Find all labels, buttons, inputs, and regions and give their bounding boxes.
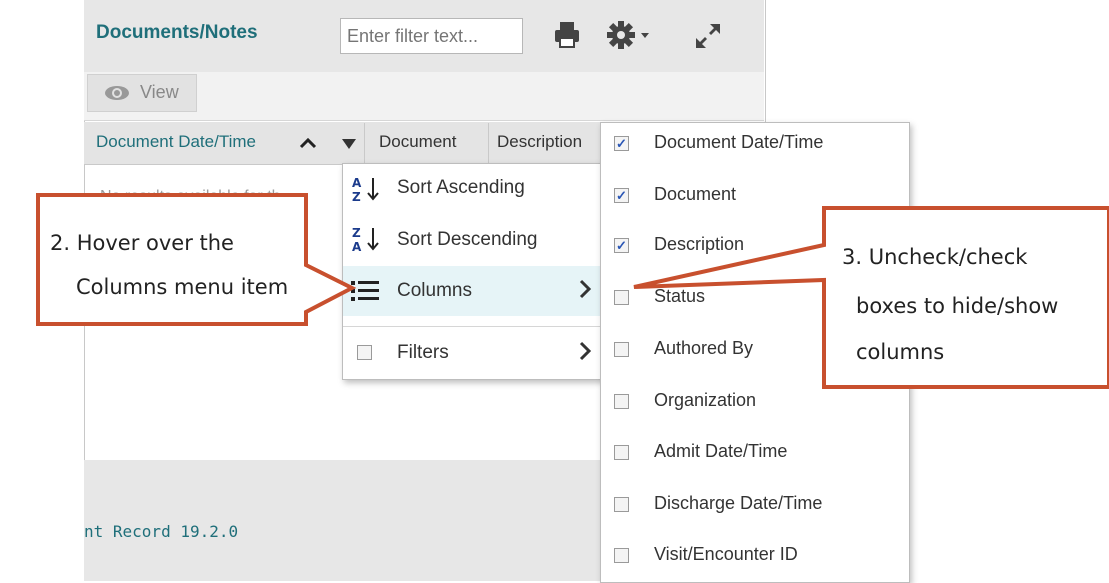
gear-icon[interactable] — [606, 20, 636, 50]
view-button-label: View — [140, 82, 179, 102]
menu-item-filters[interactable]: Filters — [397, 342, 449, 364]
columns-menu-highlight — [343, 266, 601, 316]
column-header-document-date[interactable]: Document Date/Time — [96, 132, 256, 152]
column-option-checkbox[interactable]: ✓ — [614, 188, 629, 203]
column-option-checkbox[interactable] — [614, 548, 629, 563]
column-divider — [364, 123, 365, 163]
column-option-label[interactable]: Discharge Date/Time — [654, 493, 822, 514]
column-option-label[interactable]: Visit/Encounter ID — [654, 544, 798, 565]
expand-icon[interactable] — [692, 20, 724, 52]
callout-step2 — [36, 193, 356, 326]
sort-up-icon — [299, 137, 317, 149]
caret-down-icon[interactable] — [640, 32, 650, 40]
filters-checkbox[interactable] — [357, 345, 372, 360]
eye-icon — [105, 86, 129, 100]
column-option-checkbox[interactable]: ✓ — [614, 238, 629, 253]
column-option-label[interactable]: Admit Date/Time — [654, 441, 787, 462]
filter-input[interactable] — [340, 18, 523, 54]
chevron-right-icon — [579, 279, 592, 299]
callout-step2-line1: 2. Hover over the — [50, 231, 234, 255]
callout-step2-line2: Columns menu item — [76, 275, 289, 299]
callout-step3-line3: columns — [856, 340, 945, 364]
column-option-checkbox[interactable]: ✓ — [614, 136, 629, 151]
menu-item-sort-descending[interactable]: Sort Descending — [397, 229, 537, 251]
version-text: nt Record 19.2.0 — [84, 522, 239, 541]
menu-separator — [343, 326, 601, 327]
callout-step3-line1: 3. Uncheck/check — [842, 245, 1028, 269]
column-option-label[interactable]: Document — [654, 184, 736, 205]
column-header-description[interactable]: Description — [497, 132, 599, 152]
svg-text:A: A — [352, 176, 362, 190]
chevron-right-icon — [579, 341, 592, 361]
column-header-document[interactable]: Document — [379, 132, 456, 152]
column-divider — [488, 123, 489, 163]
column-option-checkbox[interactable] — [614, 445, 629, 460]
column-option-checkbox[interactable] — [614, 394, 629, 409]
column-option-checkbox[interactable] — [614, 290, 629, 305]
column-option-checkbox[interactable] — [614, 497, 629, 512]
panel-title: Documents/Notes — [96, 22, 258, 43]
callout-step3-line2: boxes to hide/show — [856, 294, 1059, 318]
column-menu-caret-icon[interactable] — [341, 138, 357, 150]
column-option-label[interactable]: Document Date/Time — [654, 132, 823, 153]
column-option-checkbox[interactable] — [614, 342, 629, 357]
column-option-label[interactable]: Organization — [654, 390, 756, 411]
menu-item-sort-ascending[interactable]: Sort Ascending — [397, 177, 525, 199]
printer-icon[interactable] — [552, 20, 582, 50]
menu-item-columns[interactable]: Columns — [397, 280, 472, 302]
